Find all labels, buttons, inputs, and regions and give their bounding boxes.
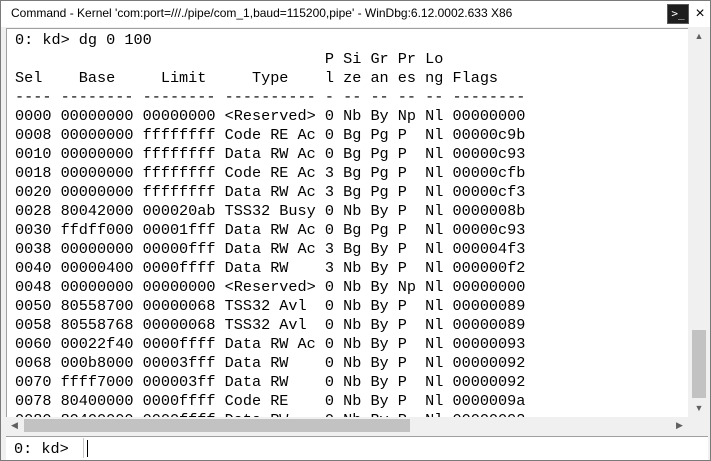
command-prompt-icon[interactable]: >_	[667, 4, 689, 24]
table-row: 0030 ffdff000 00001fff Data RW Ac 0 Bg P…	[15, 221, 526, 239]
close-button[interactable]: ×	[691, 4, 709, 24]
command-input[interactable]	[83, 438, 707, 458]
scroll-up-icon[interactable]: ▲	[690, 28, 708, 45]
command-prompt: 0: kd>	[14, 440, 69, 458]
table-row: 0010 00000000 ffffffff Data RW Ac 0 Bg P…	[15, 145, 526, 163]
scroll-right-icon[interactable]: ▶	[671, 417, 688, 434]
horizontal-scrollbar[interactable]: ◀ ▶	[6, 417, 688, 434]
vertical-scroll-thumb[interactable]	[692, 330, 706, 398]
table-row: 0078 80400000 0000ffff Code RE 0 Nb By P…	[15, 392, 526, 410]
table-row: 0070 ffff7000 000003ff Data RW 0 Nb By P…	[15, 373, 526, 391]
table-row: 0020 00000000 ffffffff Data RW Ac 3 Bg P…	[15, 183, 526, 201]
scrollbar-corner	[690, 417, 708, 434]
command-bar: 0: kd>	[6, 436, 708, 460]
table-row: 0060 00022f40 0000ffff Data RW Ac 0 Nb B…	[15, 335, 526, 353]
table-header-line: Sel Base Limit Type l ze an es ng Flags	[15, 69, 499, 87]
table-row: 0040 00000400 0000ffff Data RW 3 Nb By P…	[15, 259, 526, 277]
table-header-line: P Si Gr Pr Lo	[15, 50, 444, 68]
table-row: 0008 00000000 ffffffff Code RE Ac 0 Bg P…	[15, 126, 526, 144]
table-row: 0058 80558768 00000068 TSS32 Avl 0 Nb By…	[15, 316, 526, 334]
title-bar[interactable]: Command - Kernel 'com:port=///./pipe/com…	[1, 1, 710, 27]
horizontal-scroll-thumb[interactable]	[24, 419, 410, 432]
text-caret	[87, 440, 88, 457]
windbg-command-window: Command - Kernel 'com:port=///./pipe/com…	[0, 0, 711, 461]
vertical-scrollbar[interactable]: ▲ ▼	[690, 28, 708, 417]
window-title: Command - Kernel 'com:port=///./pipe/com…	[11, 6, 513, 20]
scroll-left-icon[interactable]: ◀	[6, 417, 23, 434]
table-row: 0050 80558700 00000068 TSS32 Avl 0 Nb By…	[15, 297, 526, 315]
table-row: 0048 00000000 00000000 <Reserved> 0 Nb B…	[15, 278, 526, 296]
scroll-down-icon[interactable]: ▼	[690, 400, 708, 417]
table-row: 0000 00000000 00000000 <Reserved> 0 Nb B…	[15, 107, 526, 125]
table-row: 0018 00000000 ffffffff Code RE Ac 3 Bg P…	[15, 164, 526, 182]
table-row: 0068 000b8000 00003fff Data RW 0 Nb By P…	[15, 354, 526, 372]
command-output-pane[interactable]: 0: kd> dg 0 100 P Si Gr Pr Lo Sel Base Li…	[6, 28, 688, 417]
table-header-line: ---- -------- -------- ---------- - -- -…	[15, 88, 526, 106]
table-row: 0028 80042000 000020ab TSS32 Busy 0 Nb B…	[15, 202, 526, 220]
command-echo-line: 0: kd> dg 0 100	[15, 31, 152, 49]
table-row: 0038 00000000 00000fff Data RW Ac 3 Bg B…	[15, 240, 526, 258]
